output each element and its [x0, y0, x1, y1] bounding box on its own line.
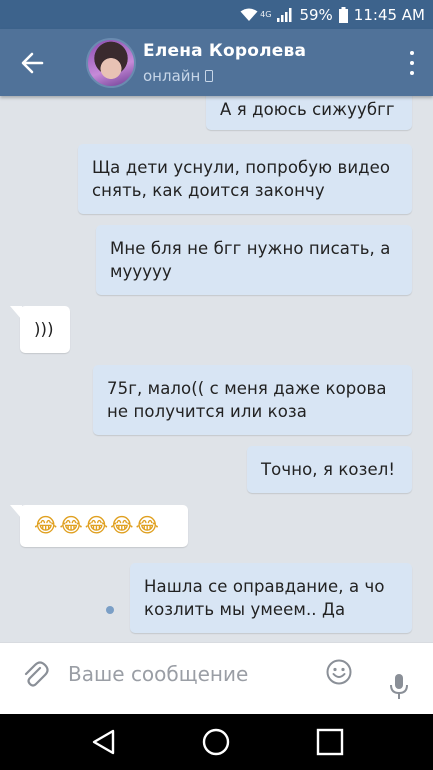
- message-text: 😂😂😂😂😂: [34, 513, 161, 537]
- outgoing-message[interactable]: Точно, я козел!: [247, 446, 412, 493]
- chat-header: Елена Королева онлайн: [0, 29, 433, 96]
- contact-status: онлайн: [143, 67, 214, 85]
- outgoing-message[interactable]: А я доюсь сижуубгг: [206, 96, 412, 130]
- signal-icon: [277, 7, 293, 22]
- outgoing-message[interactable]: Ща дети уснули, попробую видео снять, ка…: [78, 144, 412, 214]
- status-label: онлайн: [143, 67, 201, 85]
- status-bar: 4G 59% 11:45 AM: [0, 0, 433, 29]
- message-text: Ща дети уснули, попробую видео снять, ка…: [92, 158, 391, 200]
- network-type-label: 4G: [260, 10, 272, 19]
- message-text: А я доюсь сижуубгг: [220, 100, 395, 119]
- message-list[interactable]: А я доюсь сижуубгг Ща дети уснули, попро…: [0, 96, 433, 642]
- message-composer: [0, 642, 433, 714]
- wifi-icon: [240, 8, 258, 22]
- system-nav-bar: [0, 714, 433, 770]
- outgoing-message[interactable]: Нашла се оправдание, а чо козлить мы уме…: [130, 563, 412, 633]
- message-text: 75г, мало(( с меня даже корова не получи…: [107, 379, 387, 421]
- message-text: ))): [34, 320, 54, 339]
- paperclip-icon[interactable]: [20, 659, 50, 689]
- outgoing-message[interactable]: 75г, мало(( с меня даже корова не получи…: [93, 365, 412, 435]
- unread-indicator: [106, 606, 114, 614]
- contact-name[interactable]: Елена Королева: [143, 41, 306, 61]
- mobile-phone-icon: [205, 70, 214, 82]
- triangle-back-icon[interactable]: [88, 726, 120, 758]
- smiley-icon[interactable]: [326, 659, 352, 685]
- message-text: Нашла се оправдание, а чо козлить мы уме…: [144, 577, 385, 619]
- avatar[interactable]: [86, 38, 136, 88]
- message-input[interactable]: [68, 661, 308, 687]
- message-text: Мне бля не бгг нужно писать, а муууyy: [110, 239, 391, 281]
- square-recent-icon[interactable]: [314, 726, 346, 758]
- clock: 11:45 AM: [353, 5, 425, 24]
- incoming-message[interactable]: 😂😂😂😂😂: [10, 505, 188, 547]
- circle-home-icon[interactable]: [200, 726, 232, 758]
- microphone-icon[interactable]: [388, 673, 410, 701]
- battery-icon: [338, 6, 348, 23]
- message-text: Точно, я козел!: [261, 460, 396, 479]
- battery-percent: 59%: [299, 5, 333, 24]
- outgoing-message[interactable]: Мне бля не бгг нужно писать, а муууyy: [96, 225, 412, 295]
- more-vertical-icon[interactable]: [409, 51, 415, 75]
- arrow-left-icon[interactable]: [18, 49, 48, 77]
- incoming-message[interactable]: ))): [10, 306, 70, 353]
